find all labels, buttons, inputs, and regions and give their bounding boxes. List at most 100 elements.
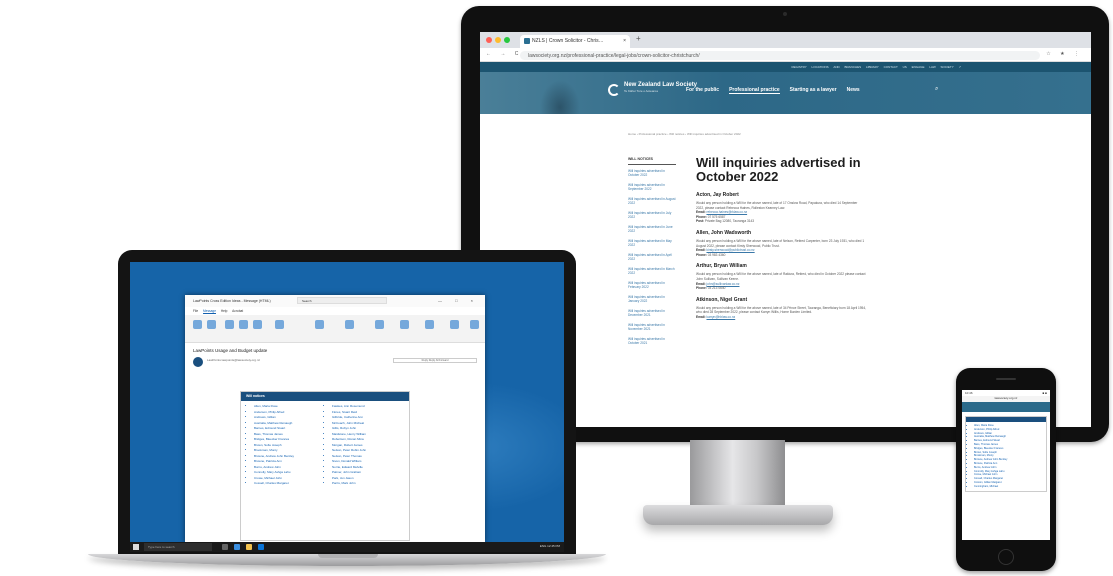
camera — [783, 12, 787, 16]
entry-phone-row: Phone: 03 983 4360 — [696, 253, 866, 258]
sidebar-link[interactable]: Will inquiries advertised in January 202… — [628, 295, 676, 303]
nzls-logo-icon[interactable] — [608, 84, 620, 96]
sender-name[interactable]: LawPoints lawpoints@lawsociety.org.nz — [207, 358, 260, 362]
tab-message[interactable]: Message — [203, 309, 216, 313]
entry-body: Would any person holding a Will for the … — [696, 238, 865, 248]
reply-all-icon[interactable] — [239, 320, 248, 329]
entry-email-link[interactable]: kirsty.sherwood@publictrust.co.nz — [706, 248, 754, 252]
phone-notices-list: Allen, Maria Rose Anderson, Philip Alfre… — [966, 424, 1046, 489]
file-explorer-icon[interactable] — [246, 544, 252, 550]
quick-steps-icon[interactable] — [275, 320, 284, 329]
search-icon[interactable]: ⌕ — [935, 86, 938, 93]
task-view-icon[interactable] — [222, 544, 228, 550]
breadcrumb[interactable]: Home › Professional practice › Will noti… — [628, 132, 741, 136]
delete-icon[interactable] — [193, 320, 202, 329]
ribbon — [185, 315, 485, 343]
entry-name: Atkinson, Nigel Grant — [696, 296, 748, 303]
list-item[interactable]: Parris, Mark John — [332, 481, 403, 487]
editing-icon[interactable] — [375, 320, 384, 329]
reply-icon[interactable] — [225, 320, 234, 329]
phone-card-header — [966, 417, 1046, 422]
favicon-icon — [524, 38, 530, 44]
sidebar-link[interactable]: Will inquiries advertised in July 2022 — [628, 211, 676, 219]
translate-icon[interactable] — [425, 320, 434, 329]
card-title: Will notices — [241, 392, 409, 401]
window-controls[interactable]: — □ × — [438, 298, 479, 303]
forward-icon[interactable] — [253, 320, 262, 329]
sender-row: LawPoints lawpoints@lawsociety.org.nz Re… — [185, 353, 485, 369]
sidebar-link[interactable]: Will inquiries advertised in September 2… — [628, 183, 676, 191]
sidebar-link[interactable]: Will inquiries advertised in April 2022 — [628, 253, 676, 261]
sidebar-link[interactable]: Will inquiries advertised in February 20… — [628, 281, 676, 289]
sidebar-link[interactable]: Will inquiries advertised in December 20… — [628, 309, 676, 317]
start-button-icon[interactable] — [133, 544, 139, 550]
minimize-dot-icon[interactable] — [495, 37, 501, 43]
close-dot-icon[interactable] — [486, 37, 492, 43]
entry-body: Would any person holding a Will for the … — [696, 305, 866, 315]
tab-acrobat[interactable]: Acrobat — [232, 309, 243, 313]
laptop-notch — [318, 554, 378, 558]
will-notices-card: Will notices Allen, Maria Rose Anderson,… — [240, 391, 410, 541]
site-header: New Zealand Law Society Te Kāhui Ture o … — [480, 72, 1091, 114]
nav-item-public[interactable]: For the public — [686, 87, 719, 94]
entry-name: Allen, John Wadsworth — [696, 229, 752, 236]
sidebar: WILL NOTICES Will inquiries advertised i… — [628, 157, 676, 351]
phone-label: Phone: — [696, 214, 707, 219]
read-aloud-icon[interactable] — [400, 320, 409, 329]
tags-icon[interactable] — [345, 320, 354, 329]
sidebar-link[interactable]: Will inquiries advertised in May 2022 — [628, 239, 676, 247]
notices-column-left: Allen, Maria Rose Anderson, Philip Alfre… — [247, 404, 325, 487]
sidebar-link[interactable]: Will inquiries advertised in November 20… — [628, 323, 676, 331]
monitor-stand-neck — [690, 440, 785, 508]
reply-buttons[interactable]: Reply Reply All Forward — [393, 358, 477, 363]
email-label: Email: — [696, 210, 706, 215]
sidebar-link[interactable]: Will inquiries advertised in March 2022 — [628, 267, 676, 275]
tab-close-icon[interactable]: × — [623, 38, 626, 44]
sidebar-link[interactable]: Will inquiries advertised in October 202… — [628, 169, 676, 177]
page-title: Will inquiries advertised in October 202… — [696, 155, 861, 184]
browser-actions[interactable]: ☆ ★ ⋮ — [1046, 51, 1083, 57]
zoom-icon[interactable] — [450, 320, 459, 329]
move-icon[interactable] — [315, 320, 324, 329]
taskbar-clock[interactable]: ENG 12:45 PM — [540, 544, 560, 548]
home-button[interactable] — [998, 549, 1014, 565]
phone-label: Phone: — [696, 252, 707, 257]
new-tab-button[interactable]: + — [636, 34, 641, 43]
post-label: Post: — [696, 219, 704, 224]
search-box[interactable]: Search — [297, 297, 387, 304]
entry-email-link[interactable]: karryn@hblaw.co.nz — [706, 315, 735, 319]
nav-buttons[interactable]: ← → C — [486, 51, 522, 57]
phone-label: Phone: — [696, 286, 707, 291]
utility-links[interactable]: REGISTRY LOCATIONS AND BRANCHES LIBRARY … — [480, 62, 1091, 72]
tab-file[interactable]: File — [193, 309, 198, 313]
insights-icon[interactable] — [470, 320, 479, 329]
speaker — [996, 378, 1016, 380]
entry-phone: 03 983 4360 — [707, 252, 726, 257]
message-subject: LawPoints Usage and Budget update — [193, 348, 268, 353]
browser-tab[interactable]: NZLS | Crown Solicitor - Chris… × — [520, 35, 630, 48]
nav-item-professional-practice[interactable]: Professional practice — [729, 87, 780, 94]
nav-item-starting-lawyer[interactable]: Starting as a lawyer — [790, 87, 837, 94]
will-entry: Acton, Jay Robert Would any person holdi… — [696, 192, 866, 224]
url-field[interactable]: lawsociety.org.nz/professional-practice/… — [520, 51, 1040, 60]
phone-status-icons: ■ ■ — [1042, 391, 1047, 395]
main-content: Will inquiries advertised in October 202… — [696, 156, 866, 320]
entry-email-link[interactable]: john@sullivanlaw.co.nz — [706, 282, 739, 286]
edge-icon[interactable] — [234, 544, 240, 550]
email-label: Email: — [696, 248, 706, 253]
window-controls[interactable] — [486, 37, 510, 43]
sidebar-link[interactable]: Will inquiries advertised in August 2022 — [628, 197, 676, 205]
maximize-dot-icon[interactable] — [504, 37, 510, 43]
nav-item-news[interactable]: News — [847, 87, 860, 94]
archive-icon[interactable] — [207, 320, 216, 329]
email-label: Email: — [696, 314, 706, 319]
taskbar-search[interactable]: Type here to search — [144, 543, 212, 551]
entry-name: Acton, Jay Robert — [696, 192, 739, 198]
list-item[interactable]: Cossell, Charles Margaret — [254, 481, 325, 487]
tab-help[interactable]: Help — [221, 309, 228, 313]
sidebar-link[interactable]: Will inquiries advertised in October 202… — [628, 337, 676, 345]
sidebar-link[interactable]: Will inquiries advertised in June 2022 — [628, 225, 676, 233]
entry-email-link[interactable]: rebecca.haines@rklaw.co.nz — [706, 210, 747, 214]
list-item[interactable]: Cunningham, Michael — [974, 485, 1046, 489]
outlook-icon[interactable] — [258, 544, 264, 550]
